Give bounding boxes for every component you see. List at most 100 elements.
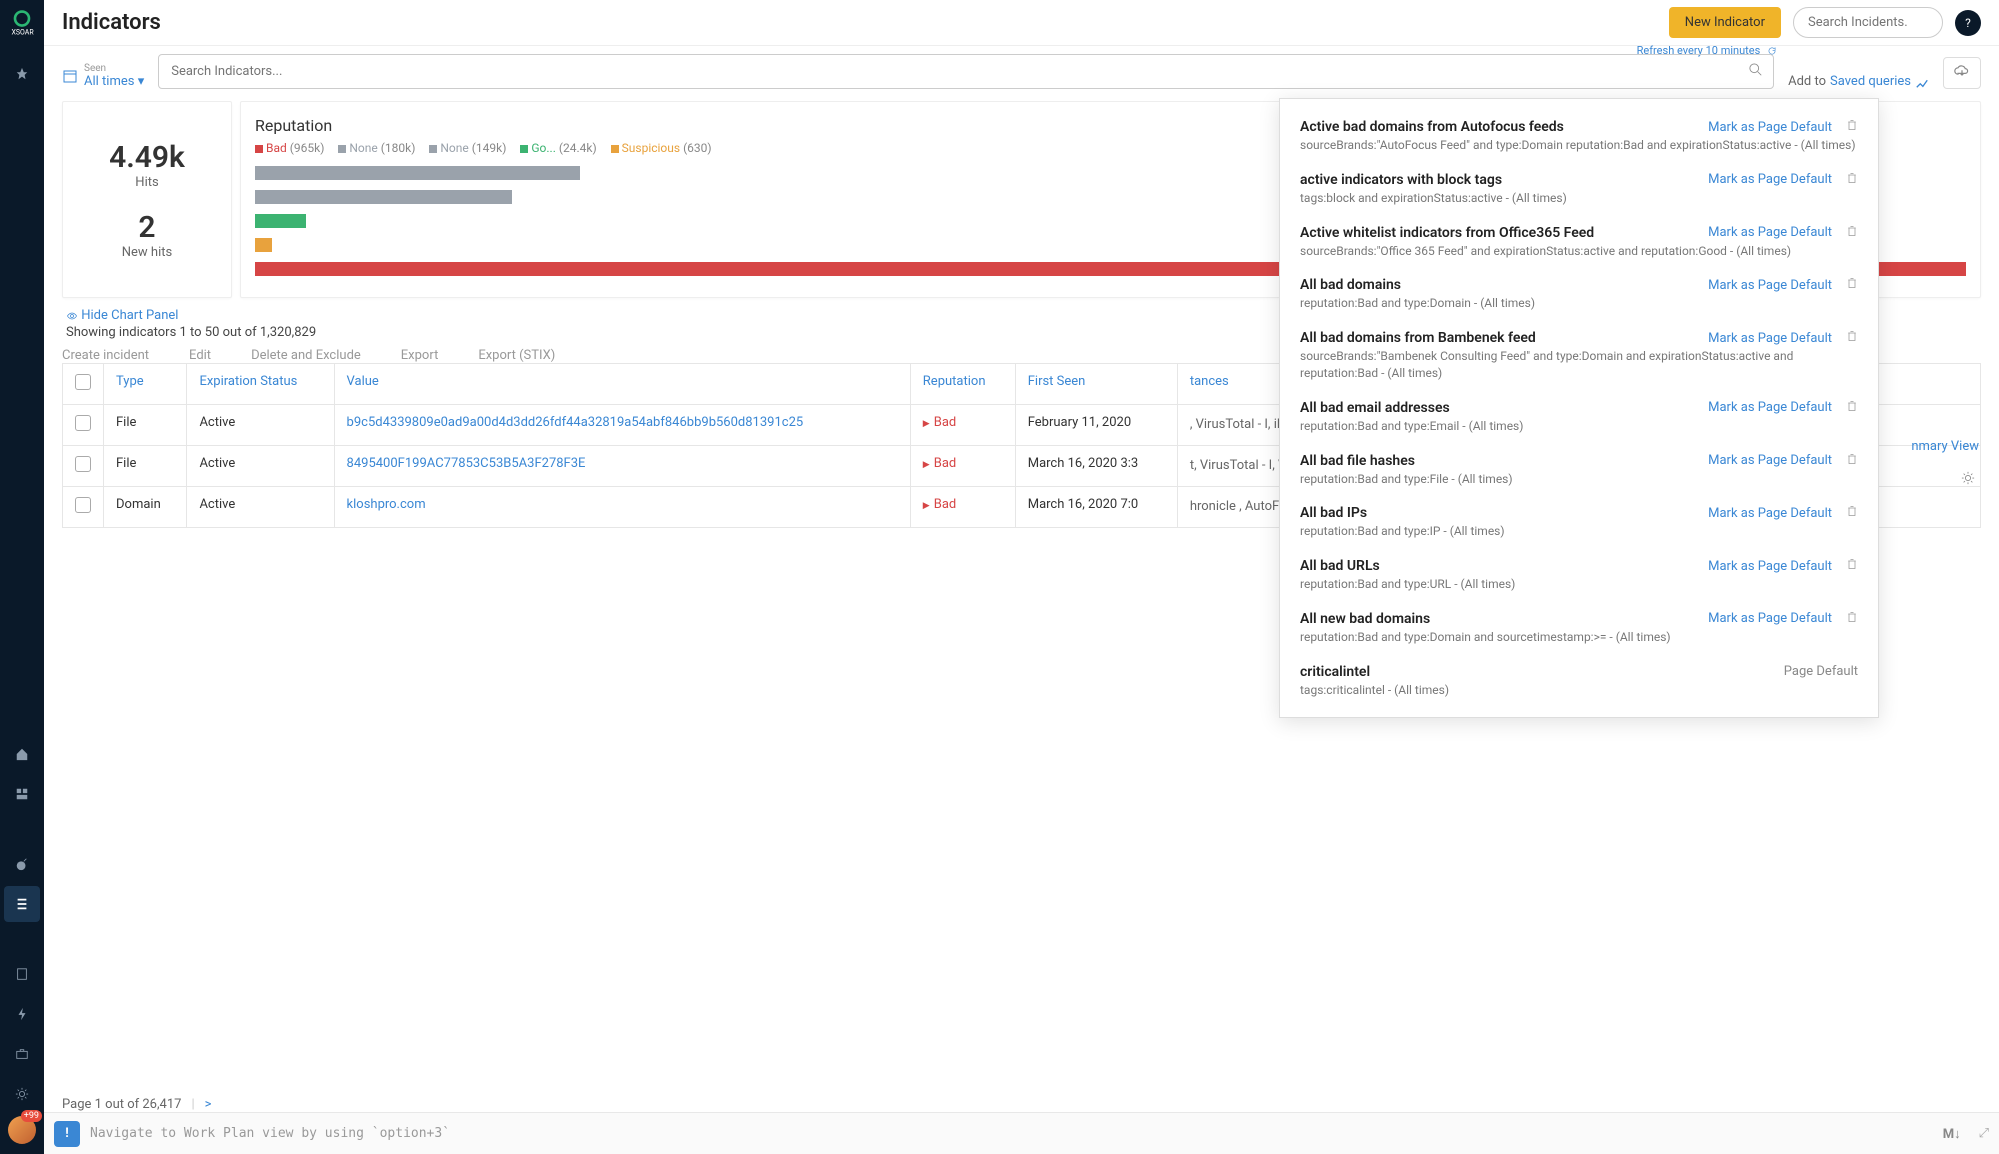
saved-query-item[interactable]: All bad file hashes Mark as Page Default… — [1300, 447, 1858, 500]
delete-saved-query-icon[interactable] — [1846, 277, 1858, 293]
new-indicator-button[interactable]: New Indicator — [1669, 7, 1781, 38]
briefcase-icon[interactable] — [4, 1036, 40, 1072]
delete-saved-query-icon[interactable] — [1846, 505, 1858, 521]
dashboard-icon[interactable] — [4, 776, 40, 812]
summary-view-link[interactable]: nmary View — [1911, 439, 1979, 454]
table-settings-gear-icon[interactable] — [1961, 471, 1975, 489]
saved-query-name: active indicators with block tags — [1300, 172, 1502, 188]
search-incidents-input[interactable] — [1793, 7, 1943, 38]
mark-as-page-default-link[interactable]: Mark as Page Default — [1708, 331, 1832, 346]
col-value[interactable]: Value — [334, 364, 910, 405]
saved-query-item[interactable]: All new bad domains Mark as Page Default… — [1300, 605, 1858, 658]
add-to-saved-queries[interactable]: Add to Saved queries — [1788, 74, 1929, 89]
topbar: Indicators New Indicator ? — [44, 0, 1999, 46]
col-reputation[interactable]: Reputation — [910, 364, 1015, 405]
command-info-icon[interactable]: ! — [54, 1121, 80, 1147]
svg-text:XSOAR: XSOAR — [12, 28, 35, 36]
saved-query-item[interactable]: active indicators with block tags Mark a… — [1300, 166, 1858, 219]
saved-query-item[interactable]: All bad domains Mark as Page Default rep… — [1300, 271, 1858, 324]
delete-saved-query-icon[interactable] — [1846, 717, 1858, 718]
legend-item[interactable]: Go... (24.4k) — [520, 141, 596, 155]
mark-as-page-default-link[interactable]: Mark as Page Default — [1708, 172, 1832, 187]
legend-item[interactable]: Bad (965k) — [255, 141, 324, 155]
indicators-nav-icon[interactable] — [4, 886, 40, 922]
col-type[interactable]: Type — [104, 364, 187, 405]
gear-icon[interactable] — [4, 1076, 40, 1112]
toolbar-delete-exclude[interactable]: Delete and Exclude — [251, 348, 361, 363]
row-checkbox[interactable] — [75, 497, 91, 513]
cloud-download-button[interactable] — [1943, 57, 1981, 89]
saved-query-item[interactable]: All bad domains from Bambenek feed Mark … — [1300, 324, 1858, 394]
mark-as-page-default-link[interactable]: Mark as Page Default — [1708, 278, 1832, 293]
saved-query-name: All bad file hashes — [1300, 453, 1415, 469]
mark-as-page-default-link[interactable]: Mark as Page Default — [1708, 611, 1832, 626]
search-icon[interactable] — [1749, 63, 1763, 81]
delete-saved-query-icon[interactable] — [1846, 119, 1858, 135]
mark-as-page-default-link[interactable]: Mark as Page Default — [1708, 717, 1832, 718]
pagination-next[interactable]: > — [205, 1097, 212, 1112]
cell-value[interactable]: kloshpro.com — [334, 487, 910, 528]
cell-firstseen: February 11, 2020 — [1015, 405, 1177, 446]
cell-reputation[interactable]: ▶Bad — [910, 446, 1015, 487]
saved-query-item[interactable]: All bad URLs Mark as Page Default reputa… — [1300, 552, 1858, 605]
toolbar-edit[interactable]: Edit — [189, 348, 211, 363]
saved-query-desc: tags:criticalintel - (All times) — [1300, 682, 1858, 699]
delete-saved-query-icon[interactable] — [1846, 453, 1858, 469]
cell-value[interactable]: 8495400F199AC77853C53B5A3F278F3E — [334, 446, 910, 487]
legend-item[interactable]: None (180k) — [338, 141, 415, 155]
search-indicators-input[interactable] — [171, 64, 1761, 79]
col-firstseen[interactable]: First Seen — [1015, 364, 1177, 405]
bomb-icon[interactable] — [4, 846, 40, 882]
cell-reputation[interactable]: ▶Bad — [910, 487, 1015, 528]
command-bar: ! Navigate to Work Plan view by using `o… — [44, 1112, 1999, 1154]
saved-query-name: Expired indicators with block tags — [1300, 717, 1511, 718]
saved-query-name: All new bad domains — [1300, 611, 1430, 627]
saved-query-name: Active whitelist indicators from Office3… — [1300, 225, 1594, 241]
toolbar-export[interactable]: Export — [401, 348, 439, 363]
saved-query-item[interactable]: All bad email addresses Mark as Page Def… — [1300, 394, 1858, 447]
cell-reputation[interactable]: ▶Bad — [910, 405, 1015, 446]
row-checkbox[interactable] — [75, 456, 91, 472]
delete-saved-query-icon[interactable] — [1846, 558, 1858, 574]
row-checkbox[interactable] — [75, 415, 91, 431]
saved-query-desc: sourceBrands:"AutoFocus Feed" and type:D… — [1300, 137, 1858, 154]
mark-as-page-default-link[interactable]: Mark as Page Default — [1708, 559, 1832, 574]
delete-saved-query-icon[interactable] — [1846, 225, 1858, 241]
seen-filter[interactable]: Seen All times ▾ — [62, 63, 144, 89]
book-icon[interactable] — [4, 956, 40, 992]
mark-as-page-default-link[interactable]: Mark as Page Default — [1708, 506, 1832, 521]
help-button[interactable]: ? — [1955, 10, 1981, 36]
saved-query-name: All bad domains from Bambenek feed — [1300, 330, 1536, 346]
delete-saved-query-icon[interactable] — [1846, 611, 1858, 627]
delete-saved-query-icon[interactable] — [1846, 172, 1858, 188]
saved-query-name: criticalintel — [1300, 664, 1370, 680]
saved-query-item[interactable]: All bad IPs Mark as Page Default reputat… — [1300, 499, 1858, 552]
saved-query-desc: sourceBrands:"Bambenek Consulting Feed" … — [1300, 348, 1858, 382]
user-avatar[interactable]: +99 — [8, 1116, 36, 1144]
col-expiration[interactable]: Expiration Status — [187, 364, 334, 405]
legend-item[interactable]: Suspicious (630) — [611, 141, 712, 155]
saved-query-item[interactable]: Active bad domains from Autofocus feeds … — [1300, 113, 1858, 166]
search-indicators-wrap — [158, 54, 1774, 89]
saved-query-name: All bad domains — [1300, 277, 1401, 293]
delete-saved-query-icon[interactable] — [1846, 330, 1858, 346]
saved-query-item[interactable]: Expired indicators with block tags Mark … — [1300, 711, 1858, 718]
bolt-icon[interactable] — [4, 996, 40, 1032]
home-icon[interactable] — [4, 736, 40, 772]
pin-icon[interactable] — [4, 56, 40, 92]
select-all-header[interactable] — [63, 364, 104, 405]
saved-query-item[interactable]: Active whitelist indicators from Office3… — [1300, 219, 1858, 272]
cell-value[interactable]: b9c5d4339809e0ad9a00d4d3dd26fdf44a32819a… — [334, 405, 910, 446]
toolbar-export-stix[interactable]: Export (STIX) — [478, 348, 555, 363]
mark-as-page-default-link[interactable]: Mark as Page Default — [1708, 225, 1832, 240]
command-input[interactable]: Navigate to Work Plan view by using `opt… — [90, 1126, 1933, 1141]
saved-query-item[interactable]: criticalintel Page Default tags:critical… — [1300, 658, 1858, 711]
mark-as-page-default-link[interactable]: Mark as Page Default — [1708, 120, 1832, 135]
delete-saved-query-icon[interactable] — [1846, 400, 1858, 416]
legend-item[interactable]: None (149k) — [429, 141, 506, 155]
expand-icon[interactable]: ⤢ — [1979, 1126, 1989, 1141]
mark-as-page-default-link[interactable]: Mark as Page Default — [1708, 400, 1832, 415]
mark-as-page-default-link[interactable]: Mark as Page Default — [1708, 453, 1832, 468]
toolbar-create-incident[interactable]: Create incident — [62, 348, 149, 363]
markdown-icon[interactable]: M↓ — [1943, 1126, 1961, 1142]
